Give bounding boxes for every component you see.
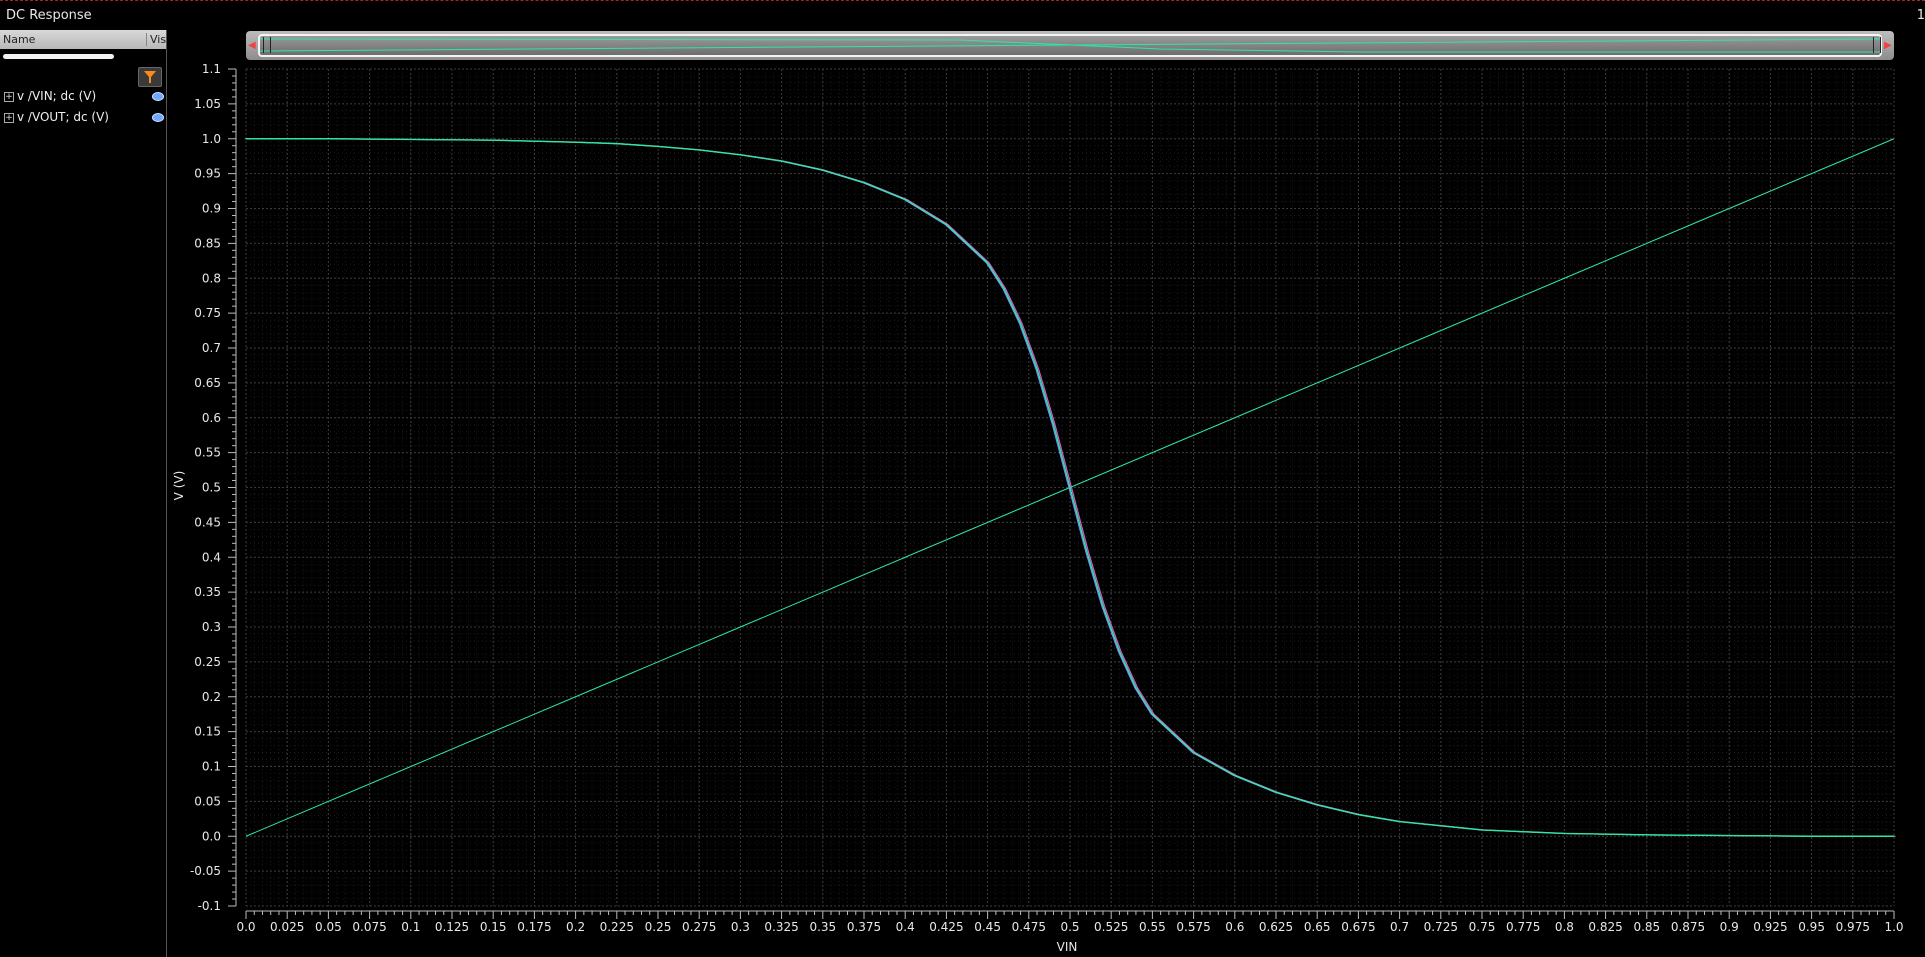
x-tick-label: 0.175 [517, 920, 551, 934]
y-tick-label: 0.05 [194, 794, 221, 808]
x-tick-label: 0.8 [1555, 920, 1574, 934]
x-tick-label: 0.2 [566, 920, 585, 934]
y-tick-label: 1.0 [202, 132, 221, 146]
x-tick-label: 0.25 [645, 920, 672, 934]
x-tick-label: 0.875 [1671, 920, 1705, 934]
y-tick-label: 0.2 [202, 690, 221, 704]
x-tick-label: 0.55 [1139, 920, 1166, 934]
y-tick-label: 0.55 [194, 446, 221, 460]
x-tick-label: 0.725 [1424, 920, 1458, 934]
y-tick-label: 0.45 [194, 515, 221, 529]
y-axis-label: V (V) [172, 471, 186, 501]
y-tick-label: 0.0 [202, 829, 221, 843]
y-tick-label: 0.25 [194, 655, 221, 669]
y-tick-label: 0.3 [202, 620, 221, 634]
x-tick-label: 0.45 [974, 920, 1001, 934]
y-tick-label: 0.6 [202, 411, 221, 425]
x-tick-label: 0.3 [731, 920, 750, 934]
x-tick-label: 0.4 [896, 920, 915, 934]
x-tick-label: 0.125 [435, 920, 469, 934]
x-tick-label: 0.75 [1469, 920, 1496, 934]
y-tick-label: -0.1 [198, 899, 221, 913]
y-tick-label: 0.9 [202, 202, 221, 216]
x-tick-label: 1.0 [1884, 920, 1903, 934]
x-tick-label: 0.7 [1390, 920, 1409, 934]
y-tick-label: 1.05 [194, 97, 221, 111]
x-axis-label: VIN [1057, 940, 1078, 954]
y-tick-label: 0.35 [194, 585, 221, 599]
x-tick-label: 0.05 [315, 920, 342, 934]
x-tick-label: 0.775 [1506, 920, 1540, 934]
x-tick-label: 0.525 [1094, 920, 1128, 934]
x-tick-label: 0.675 [1341, 920, 1375, 934]
y-tick-label: 1.1 [202, 62, 221, 76]
x-tick-label: 0.425 [929, 920, 963, 934]
y-tick-label: 0.75 [194, 306, 221, 320]
x-tick-label: 0.025 [270, 920, 304, 934]
y-tick-label: 0.5 [202, 481, 221, 495]
y-tick-label: 0.15 [194, 725, 221, 739]
x-tick-label: 0.9 [1720, 920, 1739, 934]
x-tick-label: 0.825 [1588, 920, 1622, 934]
x-tick-label: 0.85 [1633, 920, 1660, 934]
x-tick-label: 0.075 [352, 920, 386, 934]
x-tick-label: 0.6 [1225, 920, 1244, 934]
x-tick-label: 0.15 [480, 920, 507, 934]
x-tick-label: 0.475 [1012, 920, 1046, 934]
x-tick-label: 0.325 [764, 920, 798, 934]
x-tick-label: 0.625 [1259, 920, 1293, 934]
x-tick-label: 0.5 [1060, 920, 1079, 934]
x-tick-label: 0.575 [1176, 920, 1210, 934]
x-tick-label: 0.0 [236, 920, 255, 934]
y-tick-label: 0.95 [194, 167, 221, 181]
y-tick-label: 0.65 [194, 376, 221, 390]
y-tick-label: -0.05 [190, 864, 221, 878]
x-tick-label: 0.975 [1836, 920, 1870, 934]
x-tick-label: 0.225 [600, 920, 634, 934]
x-tick-label: 0.1 [401, 920, 420, 934]
dc-response-plot[interactable]: 0.0 0.025 0.05 0.075 0.1 0.125 0.15 0.175 0.2 0.2… [0, 0, 1925, 957]
y-tick-label: 0.8 [202, 271, 221, 285]
y-tick-label: 0.4 [202, 550, 221, 564]
x-tick-label: 0.925 [1753, 920, 1787, 934]
x-tick-label: 0.275 [682, 920, 716, 934]
x-tick-label: 0.35 [809, 920, 836, 934]
x-tick-label: 0.375 [847, 920, 881, 934]
y-tick-label: 0.1 [202, 760, 221, 774]
y-tick-label: 0.85 [194, 236, 221, 250]
x-tick-label: 0.95 [1798, 920, 1825, 934]
y-tick-label: 0.7 [202, 341, 221, 355]
x-tick-label: 0.65 [1304, 920, 1331, 934]
